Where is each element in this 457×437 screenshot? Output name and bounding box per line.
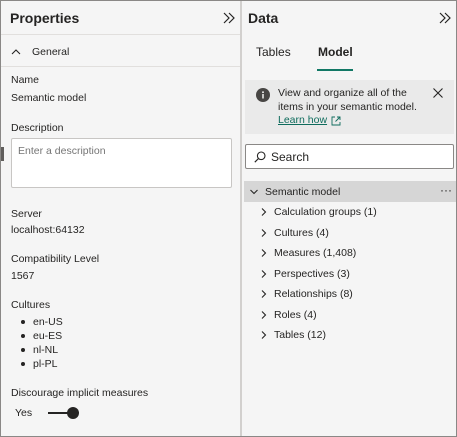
tab-tables[interactable]: Tables (256, 45, 291, 59)
cultures-list: en-US eu-ES nl-NL pl-PL (19, 315, 63, 371)
tree-item-label: Relationships (8) (274, 288, 353, 301)
list-item: en-US (19, 315, 63, 329)
learn-how-label: Learn how (278, 114, 328, 126)
chevron-right-icon (259, 330, 269, 340)
tree-item-label: Calculation groups (1) (274, 206, 377, 219)
info-message: View and organize all of the items in yo… (278, 87, 417, 113)
chevron-right-icon (259, 248, 269, 258)
properties-title: Properties (10, 10, 80, 26)
toggle-state-label: Yes (15, 407, 33, 419)
section-divider (1, 66, 240, 67)
tree-item-measures[interactable]: Measures (1,408) (242, 243, 456, 264)
implicit-measures-row: Yes (15, 406, 80, 420)
name-value: Semantic model (11, 92, 87, 104)
close-icon[interactable] (432, 87, 444, 99)
tree-item-label: Roles (4) (274, 308, 317, 321)
resize-handle[interactable] (1, 147, 4, 161)
open-external-icon (331, 116, 341, 126)
collapse-data-icon[interactable] (438, 11, 452, 25)
tree-root-semantic-model[interactable]: Semantic model ··· (244, 181, 456, 202)
chevron-right-icon (259, 310, 269, 320)
search-box (245, 144, 454, 169)
properties-header: Properties (1, 1, 240, 35)
description-label: Description (11, 122, 64, 134)
properties-pane: Properties General Name Semantic model D… (1, 1, 240, 436)
data-pane: Data Tables Model View and organize all … (242, 1, 456, 436)
compatibility-value: 1567 (11, 270, 35, 282)
tree-item-tables[interactable]: Tables (12) (242, 325, 456, 346)
list-item: pl-PL (19, 357, 63, 371)
chevron-right-icon (259, 269, 269, 279)
tree-item-roles[interactable]: Roles (4) (242, 305, 456, 326)
implicit-measures-toggle[interactable] (48, 407, 80, 419)
general-section-toggle[interactable]: General (10, 44, 69, 60)
server-value: localhost:64132 (11, 224, 85, 236)
chevron-right-icon (259, 228, 269, 238)
chevron-right-icon (259, 207, 269, 217)
more-options-icon[interactable]: ··· (440, 183, 452, 197)
model-tree: Semantic model ··· Calculation groups (1… (242, 181, 456, 346)
info-text-block: View and organize all of the items in yo… (278, 87, 428, 128)
tree-item-cultures[interactable]: Cultures (4) (242, 223, 456, 244)
info-icon (256, 88, 270, 102)
compatibility-label: Compatibility Level (11, 253, 100, 265)
active-tab-indicator (317, 69, 353, 71)
toggle-knob (67, 407, 80, 419)
list-item: nl-NL (19, 343, 63, 357)
implicit-measures-label: Discourage implicit measures (11, 387, 149, 399)
tree-item-relationships[interactable]: Relationships (8) (242, 284, 456, 305)
collapse-properties-icon[interactable] (222, 11, 236, 25)
tree-item-label: Measures (1,408) (274, 247, 357, 260)
description-field[interactable] (11, 138, 232, 188)
chevron-right-icon (259, 289, 269, 299)
info-banner: View and organize all of the items in yo… (245, 80, 454, 134)
tab-model[interactable]: Model (318, 45, 353, 59)
chevron-up-icon (10, 46, 22, 58)
chevron-down-icon (249, 187, 259, 197)
server-label: Server (11, 208, 42, 220)
search-icon (253, 150, 267, 164)
name-label: Name (11, 74, 40, 86)
learn-how-link[interactable]: Learn how (278, 114, 341, 128)
tree-item-label: Tables (12) (274, 329, 326, 342)
header-divider (1, 34, 240, 35)
search-input[interactable] (271, 149, 441, 164)
tree-item-calculation-groups[interactable]: Calculation groups (1) (242, 202, 456, 223)
list-item: eu-ES (19, 329, 63, 343)
cultures-label: Cultures (11, 299, 51, 311)
general-section-label: General (32, 46, 70, 58)
data-header: Data (242, 1, 456, 35)
tree-item-label: Cultures (4) (274, 226, 329, 239)
data-title: Data (248, 10, 279, 26)
tree-item-label: Perspectives (3) (274, 267, 350, 280)
data-tabs: Tables Model (242, 41, 456, 71)
tree-item-perspectives[interactable]: Perspectives (3) (242, 264, 456, 285)
tree-root-label: Semantic model (265, 185, 341, 198)
